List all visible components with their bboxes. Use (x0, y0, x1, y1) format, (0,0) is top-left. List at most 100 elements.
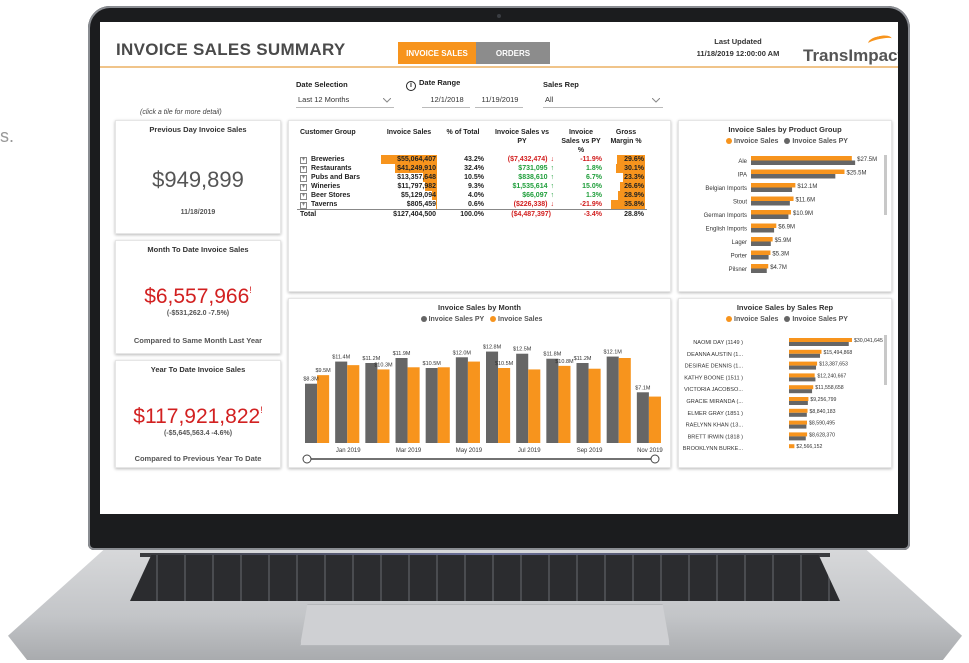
bar-invoice-sales[interactable] (377, 369, 390, 443)
bar-invoice-sales-py[interactable] (395, 358, 408, 443)
bar-invoice-sales[interactable] (751, 169, 845, 175)
expand-icon[interactable]: + (300, 157, 307, 164)
bar-invoice-sales[interactable] (789, 408, 808, 413)
bar-invoice-sales[interactable] (558, 365, 571, 443)
kpi-year-to-date-card[interactable]: Year To Date Invoice Sales $117,921,822!… (115, 360, 281, 468)
bar-invoice-sales[interactable] (789, 444, 795, 449)
date-to-input[interactable]: 11/19/2019 (475, 94, 523, 108)
table-row[interactable]: + Restaurants $41,249,910 32.4% $731,095 ↑ 1.8… (297, 164, 647, 173)
bar-invoice-sales-py[interactable] (751, 241, 771, 247)
sales-rep-chart-card[interactable]: Invoice Sales by Sales Rep Invoice Sales… (678, 298, 892, 468)
bar-invoice-sales-py[interactable] (789, 424, 807, 429)
expand-icon[interactable]: + (300, 202, 307, 209)
expand-icon[interactable]: + (300, 193, 307, 200)
bar-invoice-sales[interactable] (789, 373, 815, 378)
bar-invoice-sales[interactable] (618, 358, 631, 443)
table-row[interactable]: + Wineries $11,797,982 9.3% $1,535,614 ↑ 15.0%… (297, 182, 647, 191)
tab-orders[interactable]: ORDERS (476, 42, 550, 64)
bar-invoice-sales-py[interactable] (789, 412, 807, 417)
bar-invoice-sales-py[interactable] (751, 228, 775, 233)
bar-invoice-sales[interactable] (467, 361, 480, 443)
sales-rep-dropdown[interactable]: All (543, 94, 663, 108)
bar-invoice-sales[interactable] (751, 250, 771, 256)
bar-invoice-sales[interactable] (317, 375, 330, 443)
bar-invoice-sales-py[interactable] (751, 214, 789, 220)
bar-invoice-sales-py[interactable] (789, 436, 806, 441)
bar-invoice-sales[interactable] (437, 367, 450, 443)
bar-invoice-sales[interactable] (751, 196, 794, 202)
bar-invoice-sales-py[interactable] (789, 353, 821, 358)
bar-invoice-sales[interactable] (789, 349, 822, 354)
bar-invoice-sales-py[interactable] (751, 268, 767, 274)
bar-invoice-sales-py[interactable] (789, 365, 817, 370)
range-slider-handle[interactable] (302, 454, 312, 464)
expand-icon[interactable]: + (300, 166, 307, 173)
scrollbar[interactable] (884, 335, 887, 385)
bar-invoice-sales[interactable] (528, 369, 541, 443)
column-header[interactable]: % of Total (439, 128, 487, 155)
kpi-previous-day-card[interactable]: Previous Day Invoice Sales $949,899 11/1… (115, 120, 281, 234)
alert-icon: ! (249, 285, 252, 295)
bar-invoice-sales-py[interactable] (751, 201, 790, 206)
bar-invoice-sales-py[interactable] (516, 353, 529, 443)
bar-invoice-sales-py[interactable] (335, 361, 348, 443)
bar-invoice-sales[interactable] (789, 338, 852, 342)
bar-invoice-sales[interactable] (789, 361, 818, 366)
bar-invoice-sales[interactable] (751, 237, 773, 242)
tab-invoice-sales[interactable]: INVOICE SALES (398, 42, 476, 64)
bar-invoice-sales-py[interactable] (576, 363, 589, 443)
bar-invoice-sales-py[interactable] (455, 357, 468, 443)
bar-invoice-sales-py[interactable] (789, 377, 816, 382)
table-row[interactable]: + Pubs and Bars $13,357,648 10.5% $838,610 ↑ 6… (297, 173, 647, 182)
bar-invoice-sales[interactable] (751, 264, 769, 269)
bar-invoice-sales[interactable] (751, 183, 796, 188)
bar-invoice-sales[interactable] (347, 365, 360, 443)
month-chart-card[interactable]: Invoice Sales by Month Invoice Sales PY … (288, 298, 671, 468)
expand-icon[interactable]: + (300, 184, 307, 191)
bar-invoice-sales-py[interactable] (546, 358, 559, 443)
bar-invoice-sales-py[interactable] (789, 389, 813, 394)
range-slider-handle[interactable] (650, 454, 660, 464)
bar-invoice-sales[interactable] (498, 368, 511, 443)
customer-group-table-card[interactable]: Customer Group Invoice Sales% of Total Inv… (288, 120, 671, 292)
data-label: $12.1M (604, 350, 623, 356)
date-selection-dropdown[interactable]: Last 12 Months (296, 94, 394, 108)
bar-invoice-sales-py[interactable] (305, 383, 318, 443)
info-icon[interactable]: i (406, 81, 416, 91)
bar-invoice-sales[interactable] (648, 396, 661, 443)
product-group-chart-card[interactable]: Invoice Sales by Product Group Invoice S… (678, 120, 892, 292)
table-row[interactable]: + Taverns $805,459 0.6% ($226,338) ↓ -21.9% 35.… (297, 200, 647, 210)
date-from-input[interactable]: 12/1/2018 (422, 94, 470, 108)
bar-invoice-sales[interactable] (789, 385, 814, 390)
bar-invoice-sales-py[interactable] (606, 356, 619, 443)
bar-invoice-sales-py[interactable] (751, 174, 836, 179)
table-row[interactable]: + Beer Stores $5,129,094 4.0% $66,097 ↑ 1.3% 28… (297, 191, 647, 200)
customer-group-cell: + Pubs and Bars (297, 173, 379, 182)
column-header[interactable]: Invoice Sales vs PY % (557, 128, 605, 155)
column-header[interactable]: Customer Group (297, 128, 379, 155)
expand-icon[interactable]: + (300, 175, 307, 182)
bar-invoice-sales-py[interactable] (365, 363, 378, 443)
bar-invoice-sales-py[interactable] (789, 401, 808, 405)
bar-invoice-sales[interactable] (588, 368, 601, 443)
bar-invoice-sales-py[interactable] (789, 342, 849, 346)
bar-invoice-sales-py[interactable] (751, 160, 856, 166)
invoice-sales-cell: $5,129,094 (379, 191, 439, 200)
bar-invoice-sales-py[interactable] (425, 368, 438, 443)
scrollbar[interactable] (884, 155, 887, 215)
bar-invoice-sales[interactable] (789, 397, 809, 401)
bar-invoice-sales-py[interactable] (751, 255, 769, 260)
column-header[interactable]: Invoice Sales vs PY (487, 128, 557, 155)
bar-invoice-sales[interactable] (751, 223, 777, 229)
bar-invoice-sales[interactable] (789, 432, 808, 437)
bar-invoice-sales[interactable] (789, 420, 808, 425)
bar-invoice-sales-py[interactable] (636, 392, 649, 443)
bar-invoice-sales-py[interactable] (751, 187, 793, 193)
table-row[interactable]: + Breweries $55,064,407 43.2% ($7,432,474) ↓ -… (297, 155, 647, 164)
bar-invoice-sales[interactable] (751, 210, 791, 215)
column-header[interactable]: Invoice Sales (379, 128, 439, 155)
kpi-month-to-date-card[interactable]: Month To Date Invoice Sales $6,557,966! … (115, 240, 281, 354)
column-header[interactable]: Gross Margin % (605, 128, 647, 155)
bar-invoice-sales[interactable] (751, 156, 852, 161)
bar-invoice-sales[interactable] (407, 367, 420, 443)
